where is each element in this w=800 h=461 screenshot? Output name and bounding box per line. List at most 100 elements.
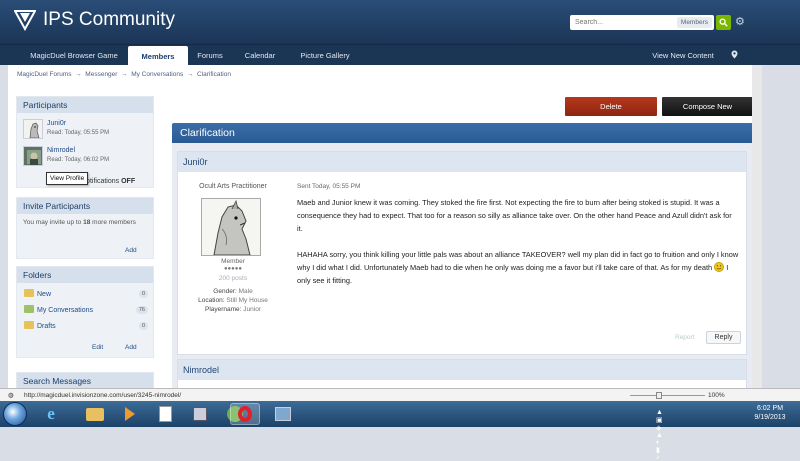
notifications-toggle[interactable]: Notifications OFF — [81, 178, 135, 185]
participant-name[interactable]: Nimrodel — [47, 147, 75, 154]
windows-taskbar: e ▲ ▣ ◈ ▲ ◐ ▮ ♪ 6:02 PM 9/19/2013 — [0, 401, 800, 461]
location-value: Still My House — [226, 297, 268, 304]
ips-logo-icon — [14, 9, 36, 31]
avatar[interactable] — [23, 119, 43, 139]
gender-value: Male — [238, 288, 253, 295]
folder-label: My Conversations — [37, 307, 94, 314]
zoom-slider[interactable] — [630, 395, 705, 396]
gender-label: Gender: — [213, 288, 237, 295]
app-taskbar-icon[interactable] — [185, 403, 215, 425]
clock-time: 6:02 PM — [756, 405, 784, 412]
playername-field: Playername: Junior — [178, 306, 288, 313]
tab-forums[interactable]: Forums — [188, 45, 232, 66]
folder-my-conversations[interactable]: My Conversations 76 — [24, 305, 150, 317]
folders-title: Folders — [17, 267, 153, 283]
tab-picture-gallery[interactable]: Picture Gallery — [288, 45, 362, 66]
reply-button[interactable]: Reply — [706, 331, 741, 344]
participant-name[interactable]: Juni0r — [47, 120, 66, 127]
post-date: Sent Today, 05:55 PM — [297, 183, 361, 190]
site-title: IPS Community — [43, 9, 175, 30]
tab-magicduel-browser-game[interactable]: MagicDuel Browser Game — [20, 45, 128, 66]
invite-participants-title: Invite Participants — [17, 198, 153, 214]
edit-folders-link[interactable]: Edit — [92, 344, 103, 351]
post-text: HAHAHA sorry, you think killing your lit… — [297, 250, 739, 272]
topic-title: Clarification — [172, 123, 752, 143]
search-icon — [719, 18, 728, 27]
search-input[interactable] — [570, 16, 677, 29]
explorer-taskbar-icon[interactable] — [80, 403, 110, 425]
post-body: Maeb and Junior knew it was coming. They… — [297, 196, 739, 300]
report-link[interactable]: Report — [675, 334, 695, 341]
folder-new[interactable]: New 0 — [24, 289, 150, 301]
view-profile-tooltip: View Profile — [46, 172, 89, 185]
site-logo[interactable]: IPS Community — [14, 9, 175, 31]
avatar[interactable] — [23, 146, 43, 166]
post-paragraph: Maeb and Junior knew it was coming. They… — [297, 198, 732, 233]
notifications-state: OFF — [121, 178, 136, 185]
member-group: Member — [221, 258, 245, 265]
page-background — [762, 65, 800, 388]
breadcrumb-separator: → — [75, 71, 82, 78]
folder-count: 76 — [135, 306, 148, 314]
taskbar-clock[interactable]: 6:02 PM 9/19/2013 — [746, 404, 794, 422]
folder-count: 0 — [138, 290, 148, 298]
rank-pips: ●●●●● — [223, 266, 243, 272]
participant-item: Nimrodel Read: Today, 06:02 PM — [23, 146, 151, 168]
view-new-content-link[interactable]: View New Content — [640, 45, 726, 66]
clock-date: 9/19/2013 — [754, 414, 786, 421]
site-header: IPS Community Members ⚙ — [0, 0, 800, 44]
tab-calendar[interactable]: Calendar — [232, 45, 288, 66]
folder-count: 0 — [138, 322, 148, 330]
playername-label: Playername: — [204, 306, 242, 313]
author-title: Ocult Arts Practitioner — [199, 183, 267, 190]
search-messages-box: Search Messages — [16, 372, 154, 388]
folder-label: Drafts — [37, 323, 56, 330]
folder-icon — [24, 289, 34, 297]
network-taskbar-icon[interactable] — [268, 403, 298, 425]
start-button[interactable] — [3, 402, 27, 426]
invite-text-part: more members — [90, 219, 136, 226]
folder-icon — [24, 321, 34, 329]
playername-value: Junior — [243, 306, 262, 313]
notepad-taskbar-icon[interactable] — [150, 403, 180, 425]
post-count: 200 posts — [218, 275, 248, 282]
tray-icons[interactable]: ▲ ▣ ◈ ▲ ◐ ▮ ♪ — [656, 409, 663, 461]
post: Nimrodel — [177, 359, 747, 388]
delete-button[interactable]: Delete — [565, 97, 657, 116]
post-paragraph: HAHAHA sorry, you think killing your lit… — [297, 248, 739, 287]
opera-taskbar-icon[interactable] — [230, 403, 260, 425]
search-box: Members — [570, 15, 714, 30]
location-label: Location: — [198, 297, 225, 304]
folders-box: Folders New 0 My Conversations 76 Drafts… — [16, 266, 154, 358]
ie-taskbar-icon[interactable]: e — [36, 403, 66, 425]
search-options-gear-icon[interactable]: ⚙ — [735, 15, 746, 29]
location-pin-icon[interactable] — [726, 45, 742, 66]
search-scope-selector[interactable]: Members — [676, 17, 712, 28]
main-nav: MagicDuel Browser Game Members Forums Ca… — [0, 44, 800, 67]
search-button[interactable] — [716, 15, 731, 30]
media-player-taskbar-icon[interactable] — [115, 403, 145, 425]
post: Juni0r Ocult Arts Practitioner Member ●●… — [177, 151, 747, 355]
invite-participants-box: Invite Participants You may invite up to… — [16, 197, 154, 259]
folder-label: New — [37, 291, 52, 298]
breadcrumb-item[interactable]: Messenger — [85, 71, 117, 78]
gender-field: Gender: Male — [178, 288, 288, 295]
breadcrumb-separator: → — [121, 71, 128, 78]
tab-members[interactable]: Members — [128, 46, 188, 67]
folder-drafts[interactable]: Drafts 0 — [24, 321, 150, 333]
browser-status-bar: ◍ http://magicduel.invisionzone.com/user… — [0, 388, 800, 401]
participants-title: Participants — [17, 97, 153, 113]
add-participant-link[interactable]: Add — [125, 247, 137, 254]
compose-new-button[interactable]: Compose New — [662, 97, 752, 116]
page-scrollbar[interactable] — [752, 65, 762, 388]
page-content: MagicDuel Forums → Messenger → My Conver… — [8, 65, 752, 388]
author-avatar[interactable] — [201, 198, 261, 256]
conversation-main: Delete Compose New Clarification Juni0r … — [172, 65, 752, 388]
post-author-name[interactable]: Nimrodel — [178, 360, 746, 380]
posts-area: Juni0r Ocult Arts Practitioner Member ●●… — [172, 143, 752, 388]
zoom-slider-handle[interactable] — [656, 392, 662, 399]
add-folder-link[interactable]: Add — [125, 344, 137, 351]
invite-text: You may invite up to 18 more members — [23, 218, 143, 227]
breadcrumb-item[interactable]: MagicDuel Forums — [17, 71, 72, 78]
post-author-name[interactable]: Juni0r — [178, 152, 746, 172]
